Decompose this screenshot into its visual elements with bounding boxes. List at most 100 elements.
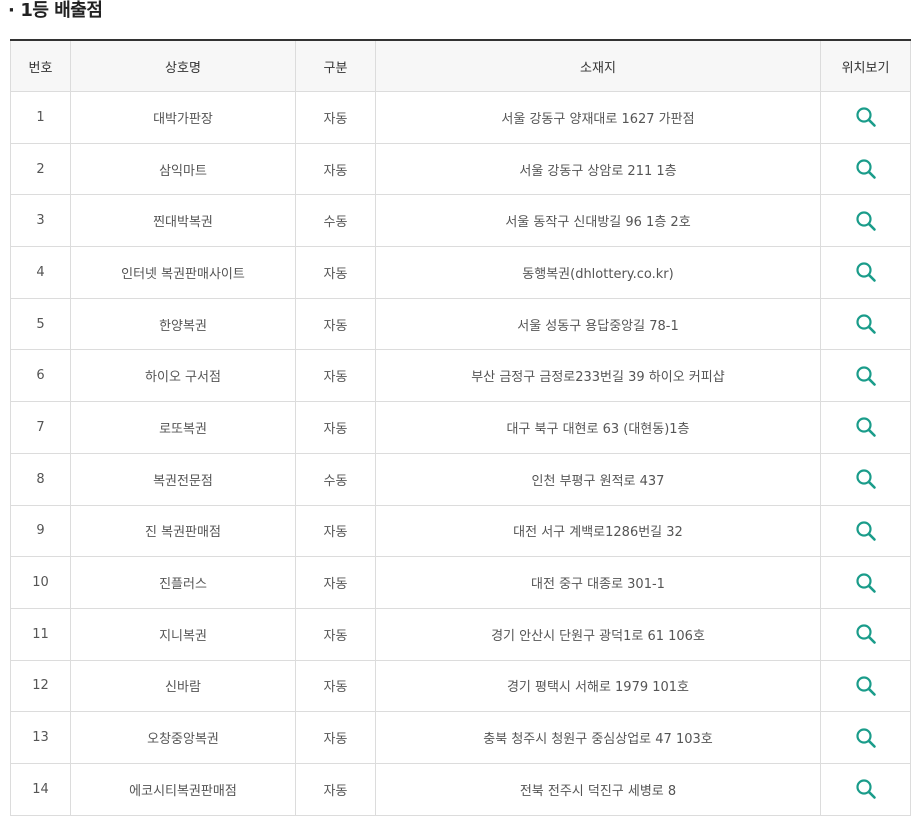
cell-map-view xyxy=(820,711,911,764)
cell-no: 10 xyxy=(10,556,71,609)
cell-address: 서울 성동구 용답중앙길 78-1 xyxy=(375,297,821,351)
search-icon xyxy=(855,106,877,128)
cell-store-name: 진 복권판매점 xyxy=(70,504,296,558)
cell-address: 서울 동작구 신대방길 96 1층 2호 xyxy=(375,194,821,248)
table-row: 7 로또복권 자동 대구 북구 대현로 63 (대현동)1층 xyxy=(10,401,911,454)
cell-store-name: 찐대박복권 xyxy=(70,194,296,248)
search-icon xyxy=(855,675,877,697)
search-icon xyxy=(855,572,877,594)
table-row: 3 찐대박복권 수동 서울 동작구 신대방길 96 1층 2호 xyxy=(10,194,911,248)
cell-no: 9 xyxy=(10,504,71,558)
map-view-button[interactable] xyxy=(855,261,877,283)
cell-store-name: 대박가판장 xyxy=(70,91,296,144)
cell-no: 1 xyxy=(10,91,71,144)
search-icon xyxy=(855,623,877,645)
table-row: 9진 복권판매점 자동 대전 서구 계백로1286번길 32 xyxy=(10,504,911,558)
cell-map-view xyxy=(820,297,911,351)
cell-address: 경기 평택시 서해로 1979 101호 xyxy=(375,659,821,713)
cell-address: 동행복권(dhlottery.co.kr) xyxy=(375,246,821,299)
cell-store-name: 삼익마트 xyxy=(70,142,296,196)
cell-store-name: 로또복권 xyxy=(70,401,296,454)
search-icon xyxy=(855,468,877,490)
map-view-button[interactable] xyxy=(855,572,877,594)
table-row: 8 복권전문점 수동 인천 부평구 원적로 437 xyxy=(10,452,911,506)
cell-address: 인천 부평구 원적로 437 xyxy=(375,452,821,506)
map-view-button[interactable] xyxy=(855,778,877,800)
table-row: 2 삼익마트 자동 서울 강동구 상암로 211 1층 xyxy=(10,142,911,196)
cell-no: 4 xyxy=(10,246,71,299)
title-text: 1등 배출점 xyxy=(20,0,103,21)
cell-map-view xyxy=(820,504,911,558)
table-row: 10 진플러스 자동 대전 중구 대종로 301-1 xyxy=(10,556,911,609)
cell-type: 자동 xyxy=(295,607,376,661)
search-icon xyxy=(855,261,877,283)
map-view-button[interactable] xyxy=(855,365,877,387)
cell-address: 대구 북구 대현로 63 (대현동)1층 xyxy=(375,401,821,454)
cell-type: 자동 xyxy=(295,659,376,713)
title-bullet: · xyxy=(8,0,15,21)
cell-type: 자동 xyxy=(295,711,376,764)
cell-map-view xyxy=(820,762,911,816)
search-icon xyxy=(855,416,877,438)
cell-address: 서울 강동구 양재대로 1627 가판점 xyxy=(375,91,821,144)
cell-map-view xyxy=(820,349,911,403)
cell-address: 전북 전주시 덕진구 세병로 8 xyxy=(375,762,821,816)
cell-type: 수동 xyxy=(295,194,376,248)
cell-address: 경기 안산시 단원구 광덕1로 61 106호 xyxy=(375,607,821,661)
map-view-button[interactable] xyxy=(855,623,877,645)
cell-type: 자동 xyxy=(295,762,376,816)
cell-store-name: 하이오 구서점 xyxy=(70,349,296,403)
table-row: 11 지니복권 자동 경기 안산시 단원구 광덕1로 61 106호 xyxy=(10,607,911,661)
cell-store-name: 진플러스 xyxy=(70,556,296,609)
map-view-button[interactable] xyxy=(855,106,877,128)
cell-store-name: 에코시티복권판매점 xyxy=(70,762,296,816)
cell-map-view xyxy=(820,194,911,248)
cell-address: 대전 서구 계백로1286번길 32 xyxy=(375,504,821,558)
cell-store-name: 오창중앙복권 xyxy=(70,711,296,764)
map-view-button[interactable] xyxy=(855,468,877,490)
cell-no: 12 xyxy=(10,659,71,713)
map-view-button[interactable] xyxy=(855,727,877,749)
cell-type: 자동 xyxy=(295,297,376,351)
table-row: 12 신바람 자동 경기 평택시 서해로 1979 101호 xyxy=(10,659,911,713)
cell-no: 3 xyxy=(10,194,71,248)
map-view-button[interactable] xyxy=(855,416,877,438)
cell-no: 6 xyxy=(10,349,71,403)
cell-map-view xyxy=(820,91,911,144)
table-row: 6 하이오 구서점 자동 부산 금정구 금정로233번길 39 하이오 커피샵 xyxy=(10,349,911,403)
cell-map-view xyxy=(820,401,911,454)
map-view-button[interactable] xyxy=(855,313,877,335)
cell-no: 7 xyxy=(10,401,71,454)
table-header-row: 번호 상호명 구분 소재지 위치보기 xyxy=(10,39,911,92)
cell-address: 부산 금정구 금정로233번길 39 하이오 커피샵 xyxy=(375,349,821,403)
cell-no: 8 xyxy=(10,452,71,506)
cell-type: 자동 xyxy=(295,504,376,558)
cell-store-name: 인터넷 복권판매사이트 xyxy=(70,246,296,299)
table-body: 1 대박가판장 자동 서울 강동구 양재대로 1627 가판점 2 삼익마트 자동 서울 강동… xyxy=(10,91,911,816)
cell-map-view xyxy=(820,556,911,609)
header-name: 상호명 xyxy=(70,39,296,92)
header-address: 소재지 xyxy=(375,39,821,92)
search-icon xyxy=(855,313,877,335)
search-icon xyxy=(855,520,877,542)
cell-address: 충북 청주시 청원구 중심상업로 47 103호 xyxy=(375,711,821,764)
cell-store-name: 한양복권 xyxy=(70,297,296,351)
cell-map-view xyxy=(820,607,911,661)
map-view-button[interactable] xyxy=(855,158,877,180)
table-row: 4 인터넷 복권판매사이트 자동 동행복권(dhlottery.co.kr) xyxy=(10,246,911,299)
search-icon xyxy=(855,210,877,232)
map-view-button[interactable] xyxy=(855,520,877,542)
cell-no: 13 xyxy=(10,711,71,764)
table-row: 1 대박가판장 자동 서울 강동구 양재대로 1627 가판점 xyxy=(10,91,911,144)
cell-no: 5 xyxy=(10,297,71,351)
cell-type: 자동 xyxy=(295,91,376,144)
cell-type: 자동 xyxy=(295,401,376,454)
cell-no: 11 xyxy=(10,607,71,661)
cell-map-view xyxy=(820,659,911,713)
map-view-button[interactable] xyxy=(855,210,877,232)
search-icon xyxy=(855,158,877,180)
header-type: 구분 xyxy=(295,39,376,92)
map-view-button[interactable] xyxy=(855,675,877,697)
table-row: 14 에코시티복권판매점 자동 전북 전주시 덕진구 세병로 8 xyxy=(10,762,911,816)
search-icon xyxy=(855,727,877,749)
